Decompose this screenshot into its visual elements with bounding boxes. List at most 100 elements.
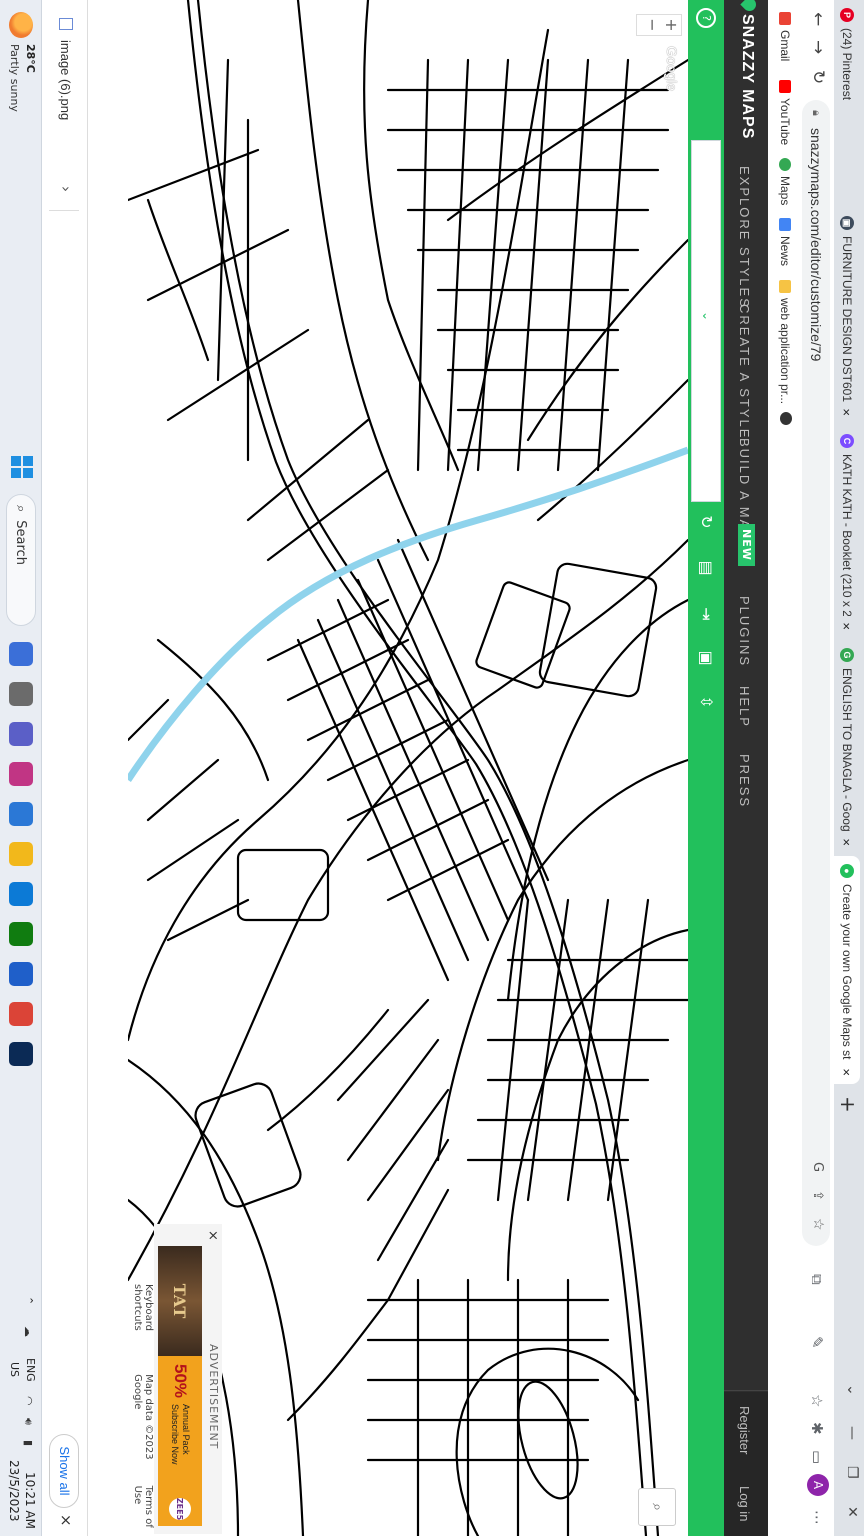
share-icon[interactable]: ⇪ (810, 1190, 825, 1201)
chrome-app-icon[interactable] (9, 1002, 33, 1026)
taskbar-search[interactable]: ⌕ Search (6, 494, 36, 626)
new-tab-button[interactable]: + (836, 1096, 860, 1113)
instagram-app-icon[interactable] (9, 762, 33, 786)
task-view-app-icon[interactable] (9, 682, 33, 706)
refresh-icon[interactable]: ↻ (696, 512, 716, 532)
tab-title: Create your own Google Maps st (840, 884, 854, 1060)
profile-avatar[interactable]: A (807, 1474, 829, 1496)
map-search-icon[interactable]: ⌕ (638, 1488, 676, 1526)
google-lens-icon[interactable]: G (810, 1162, 825, 1172)
close-tab-icon[interactable]: × (840, 622, 855, 630)
store-app-icon[interactable] (9, 802, 33, 826)
menu-icon[interactable]: ⋯ (808, 1510, 826, 1525)
clock-time[interactable]: 10:21 AM (23, 1472, 37, 1529)
tab-title: ENGLISH TO BNAGLA - Google S (840, 668, 854, 833)
address-bar[interactable]: 🔒︎ snazzymaps.com/editor/customize/79 G … (802, 100, 830, 1246)
nav-explore-styles[interactable]: EXPLORE STYLES (737, 166, 752, 309)
sidepanel-icon[interactable]: ▭ (808, 1450, 826, 1464)
open-in-app-icon[interactable]: ⧉ (808, 1274, 826, 1285)
image-file-icon (59, 18, 73, 30)
download-item[interactable]: image (6).png (58, 40, 73, 120)
ad-brand-badge: ZEE5 (169, 1498, 191, 1520)
bookmark-news[interactable]: News (778, 218, 792, 266)
search-icon: ⌕ (13, 505, 29, 513)
code-icon[interactable]: ▤ (696, 558, 716, 578)
register-link[interactable]: Register (737, 1406, 752, 1454)
ad-banner[interactable]: TAT 50% Annual Pack Subscribe Now ZEE5 (158, 1246, 202, 1526)
nav-press[interactable]: PRESS (737, 754, 752, 808)
image-icon[interactable]: ▣ (696, 648, 716, 668)
close-shelf-icon[interactable]: × (57, 1514, 75, 1527)
close-tab-icon[interactable]: × (840, 838, 855, 846)
battery-icon[interactable]: ▮ (22, 1440, 35, 1446)
zoom-control[interactable]: + − (636, 14, 682, 36)
star-icon[interactable]: ☆ (808, 1394, 826, 1407)
zoom-in-button[interactable]: + (662, 15, 681, 35)
photos-app-icon[interactable] (9, 642, 33, 666)
tab-pinterest[interactable]: P (24) Pinterest (834, 0, 860, 206)
collapse-icon[interactable]: ⇳ (696, 692, 716, 712)
mail-app-icon[interactable] (9, 962, 33, 986)
close-tab-icon[interactable]: × (840, 408, 855, 416)
terms-link[interactable]: Terms of Use (132, 1486, 154, 1536)
lock-icon[interactable]: 🔒︎ (809, 110, 823, 116)
nav-create-a-style[interactable]: CREATE A STYLE (737, 304, 752, 439)
xbox-app-icon[interactable] (9, 922, 33, 946)
tab-furniture-design[interactable]: ▣ FURNITURE DESIGN DST60104 A × (834, 208, 860, 424)
minimize-icon[interactable]: — (844, 1426, 860, 1440)
weather-temperature[interactable]: 28°C (24, 44, 37, 73)
weather-icon[interactable] (9, 12, 33, 38)
ad-close-icon[interactable]: × (205, 1230, 220, 1241)
keyboard-shortcuts-link[interactable]: Keyboard shortcuts (132, 1284, 154, 1360)
tab-snazzy-maps[interactable]: ● Create your own Google Maps st × (834, 856, 860, 1084)
close-tab-icon[interactable]: × (840, 1068, 855, 1076)
chevron-down-icon[interactable]: ⌄ (700, 311, 714, 321)
ad-copy: Annual Pack Subscribe Now (169, 1404, 191, 1465)
bookmark-star-icon[interactable]: ☆ (810, 1218, 826, 1231)
forward-icon[interactable]: → (808, 40, 828, 54)
site-logo[interactable]: SNAZZY MAPS (738, 14, 756, 139)
wifi-icon[interactable]: ◠ (22, 1396, 35, 1406)
language-region[interactable]: US (8, 1362, 21, 1377)
show-hidden-icons[interactable]: ⌃ (22, 1296, 35, 1305)
language-indicator[interactable]: ENG (24, 1358, 37, 1382)
bookmark-label: Gmail (778, 30, 792, 62)
tab-translate[interactable]: G ENGLISH TO BNAGLA - Google S × (834, 640, 860, 854)
map-canvas[interactable]: + − Google ⌕ × ADVERTISEMENT TAT 50% Ann… (128, 0, 688, 1536)
file-explorer-app-icon[interactable] (9, 842, 33, 866)
photoshop-app-icon[interactable] (9, 1042, 33, 1066)
bookmark-github[interactable] (780, 412, 792, 430)
extension-icon[interactable]: ✎ (808, 1336, 826, 1349)
tab-search-icon[interactable]: ⌄ (844, 1384, 860, 1396)
tab-kath-booklet[interactable]: C KATH KATH - Booklet (210 x 297 × (834, 426, 860, 638)
ad-line-2: Subscribe Now (170, 1404, 180, 1465)
ad-headline: 50% (171, 1364, 190, 1399)
style-selector-dropdown[interactable]: ⌄ (691, 140, 721, 502)
divider (49, 210, 79, 211)
start-button[interactable] (11, 456, 33, 478)
bookmark-gmail[interactable]: Gmail (778, 12, 792, 61)
clock-date[interactable]: 23/5/2023 (7, 1460, 21, 1522)
volume-icon[interactable]: 🔊︎ (21, 1418, 35, 1425)
bookmark-maps[interactable]: Maps (778, 158, 792, 205)
bookmark-youtube[interactable]: YouTube (778, 80, 792, 145)
close-window-icon[interactable]: ✕ (844, 1506, 860, 1518)
zoom-out-button[interactable]: − (643, 15, 662, 35)
bookmark-folder-web-app[interactable]: web application pr... (778, 280, 792, 404)
login-link[interactable]: Log in (737, 1486, 752, 1521)
puzzle-icon[interactable]: ✱ (808, 1422, 826, 1435)
weather-description[interactable]: Partly sunny (8, 44, 21, 112)
reload-icon[interactable]: ↻ (808, 70, 828, 84)
edge-app-icon[interactable] (9, 882, 33, 906)
cloud-icon[interactable]: ☁ (22, 1326, 35, 1337)
back-icon[interactable]: ← (808, 12, 828, 26)
url-text[interactable]: snazzymaps.com/editor/customize/79 (808, 128, 824, 361)
nav-plugins[interactable]: PLUGINS (737, 596, 752, 667)
nav-help[interactable]: HELP (737, 686, 752, 728)
teams-app-icon[interactable] (9, 722, 33, 746)
chevron-right-icon[interactable]: › (57, 186, 75, 192)
pinterest-icon: P (840, 8, 854, 22)
export-icon[interactable]: ⇥ (696, 604, 716, 624)
show-all-button[interactable]: Show all (49, 1434, 79, 1508)
restore-icon[interactable]: ❐ (844, 1466, 860, 1479)
